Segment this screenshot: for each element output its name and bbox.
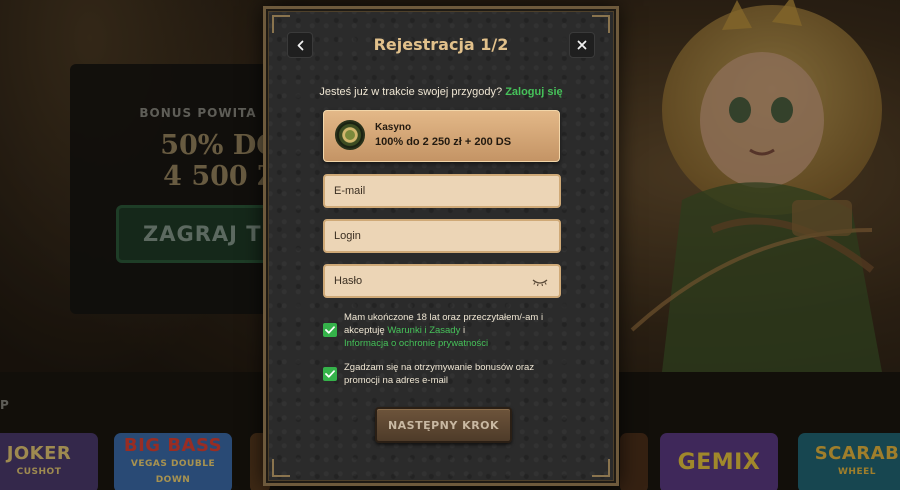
login-link[interactable]: Zaloguj się [505, 86, 562, 98]
close-button[interactable] [569, 32, 595, 58]
frame-ornament [272, 459, 290, 477]
login-prompt: Jesteś już w trakcie swojej przygody? Za… [266, 86, 616, 98]
email-field[interactable]: E-mail [323, 174, 561, 208]
bonus-card-offer: 100% do 2 250 zł + 200 DS [375, 136, 512, 148]
privacy-link[interactable]: Informacja o ochronie prywatności [344, 338, 488, 349]
close-icon [577, 40, 587, 50]
marketing-consent-text: Zgadzam się na otrzymywanie bonusów oraz… [344, 362, 535, 386]
registration-modal: Rejestracja 1/2 Jesteś już w trakcie swo… [263, 6, 619, 486]
terms-and: i [462, 325, 466, 336]
next-step-button[interactable]: NASTĘPNY KROK [375, 407, 512, 443]
terms-checkbox[interactable] [323, 323, 337, 337]
password-field[interactable]: Hasło [323, 264, 561, 298]
login-field[interactable]: Login [323, 219, 561, 253]
selected-bonus-card[interactable]: Kasyno 100% do 2 250 zł + 200 DS [323, 110, 560, 162]
frame-ornament [592, 459, 610, 477]
terms-consent-text: Mam ukończone 18 lat oraz przeczytałem/-… [344, 311, 564, 350]
checkmark-icon [325, 370, 335, 378]
modal-title: Rejestracja 1/2 [373, 35, 509, 54]
checkmark-icon [325, 326, 335, 334]
bonus-card-title: Kasyno [375, 122, 412, 133]
eye-closed-icon[interactable] [532, 278, 548, 287]
coin-icon [335, 120, 365, 150]
frame-ornament [272, 15, 290, 33]
frame-ornament [592, 15, 610, 33]
terms-link[interactable]: Warunki i Zasady [387, 325, 460, 336]
login-prompt-text: Jesteś już w trakcie swojej przygody? [319, 86, 503, 98]
password-placeholder: Hasło [334, 275, 363, 287]
marketing-checkbox[interactable] [323, 367, 337, 381]
